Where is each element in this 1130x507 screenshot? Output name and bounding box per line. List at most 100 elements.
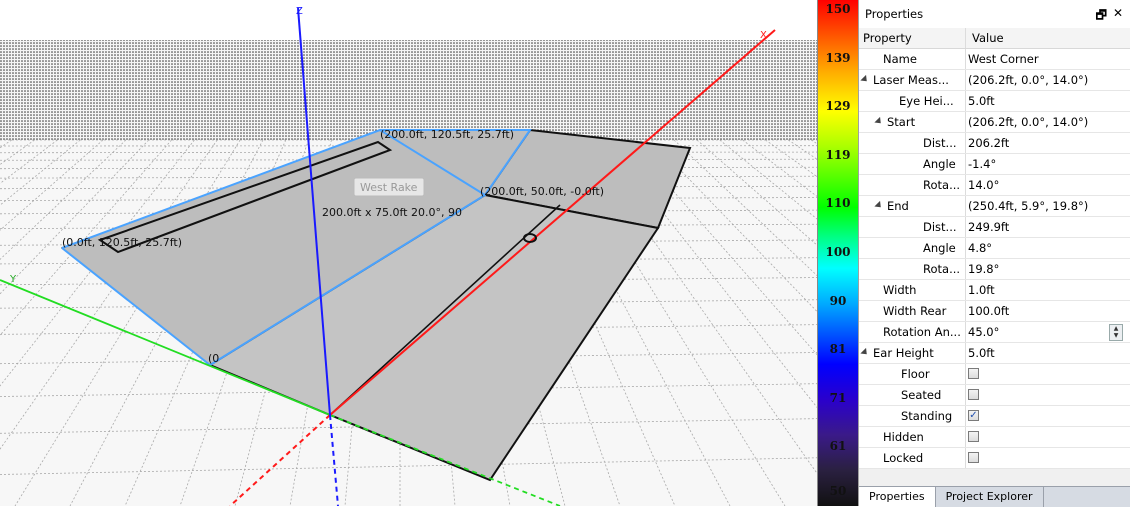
property-value-cell[interactable] <box>966 448 1130 468</box>
color-scale-legend: 1501391291191101009081716150 <box>817 0 858 506</box>
property-value-cell[interactable]: 45.0° ▲▼ <box>966 322 1130 342</box>
property-name-cell: Seated <box>859 385 966 405</box>
property-row[interactable]: Angle4.8° <box>859 238 1130 259</box>
legend-tick: 129 <box>818 99 858 113</box>
z-axis-label: Z <box>296 6 303 17</box>
property-value-cell[interactable]: 1.0ft <box>966 280 1130 300</box>
property-value: -1.4° <box>968 157 996 171</box>
property-value-cell[interactable]: 249.9ft <box>966 217 1130 237</box>
property-value: 100.0ft <box>968 304 1009 318</box>
property-row[interactable]: Name West Corner <box>859 49 1130 70</box>
property-value-cell[interactable]: 4.8° <box>966 238 1130 258</box>
property-row[interactable]: Width Rear 100.0ft <box>859 301 1130 322</box>
property-name-cell: Rotation An... <box>859 322 966 342</box>
property-name-cell: Dist... <box>859 133 966 153</box>
property-value: 5.0ft <box>968 346 995 360</box>
checkbox[interactable] <box>968 389 979 400</box>
property-value-cell[interactable]: 5.0ft <box>966 343 1130 363</box>
property-name: Ear Height <box>859 346 934 360</box>
point-label-1: (200.0ft, 120.5ft, 25.7ft) <box>380 128 514 141</box>
property-name: Locked <box>859 451 923 465</box>
checkbox[interactable]: ✓ <box>968 410 979 421</box>
property-value-cell[interactable]: 206.2ft <box>966 133 1130 153</box>
property-name-cell: Dist... <box>859 217 966 237</box>
property-value: 45.0° <box>968 325 999 339</box>
property-value: 4.8° <box>968 241 992 255</box>
close-icon[interactable]: ✕ <box>1113 6 1123 27</box>
property-name: Start <box>859 115 915 129</box>
property-value-cell[interactable]: 14.0° <box>966 175 1130 195</box>
scene-svg[interactable]: West Rake (200.0ft, 120.5ft, 25.7ft) (20… <box>0 0 817 506</box>
property-name: Width Rear <box>859 304 946 318</box>
property-value: (206.2ft, 0.0°, 14.0°) <box>968 73 1088 87</box>
property-value-cell[interactable] <box>966 385 1130 405</box>
panel-tab[interactable]: Project Explorer <box>936 487 1044 507</box>
property-value-cell[interactable]: West Corner <box>966 49 1130 69</box>
3d-viewport[interactable]: West Rake (200.0ft, 120.5ft, 25.7ft) (20… <box>0 0 817 506</box>
property-row[interactable]: Hidden <box>859 427 1130 448</box>
property-name-cell: Standing <box>859 406 966 426</box>
dimension-label: 200.0ft x 75.0ft 20.0°, 90 <box>322 206 462 219</box>
property-name-cell: End <box>859 196 966 216</box>
property-name-cell: Rota... <box>859 175 966 195</box>
point-label-3: (0.0ft, 120.5ft, 25.7ft) <box>62 236 182 249</box>
property-value: (206.2ft, 0.0°, 14.0°) <box>968 115 1088 129</box>
property-value-cell[interactable]: ✓ <box>966 406 1130 426</box>
property-row[interactable]: Dist...249.9ft <box>859 217 1130 238</box>
header-value: Value <box>966 28 1130 48</box>
property-grid: Property Value NameWest CornerLaser Meas… <box>859 28 1130 460</box>
property-row[interactable]: Angle -1.4° <box>859 154 1130 175</box>
property-row[interactable]: Eye Hei...5.0ft <box>859 91 1130 112</box>
property-row[interactable]: Dist...206.2ft <box>859 133 1130 154</box>
spinner-icon[interactable]: ▲▼ <box>1109 324 1123 341</box>
property-row[interactable]: Laser Meas...(206.2ft, 0.0°, 14.0°) <box>859 70 1130 91</box>
panel-tab[interactable]: Properties <box>859 487 936 507</box>
property-row[interactable]: Rota... 19.8° <box>859 259 1130 280</box>
point-label-4: (0 <box>208 352 219 365</box>
property-name: Width <box>859 283 916 297</box>
property-name: Floor <box>859 367 930 381</box>
legend-tick: 119 <box>818 148 858 162</box>
property-name-cell: Ear Height <box>859 343 966 363</box>
property-value-cell[interactable]: -1.4° <box>966 154 1130 174</box>
property-name: Angle <box>859 157 956 171</box>
property-row[interactable]: Rotation An...45.0° ▲▼ <box>859 322 1130 343</box>
property-value-cell[interactable]: (206.2ft, 0.0°, 14.0°) <box>966 112 1130 132</box>
property-value-cell[interactable]: (206.2ft, 0.0°, 14.0°) <box>966 70 1130 90</box>
property-name-cell: Laser Meas... <box>859 70 966 90</box>
property-name-cell: Width Rear <box>859 301 966 321</box>
property-name: Rota... <box>859 178 960 192</box>
checkbox[interactable] <box>968 368 979 379</box>
property-value: 19.8° <box>968 262 999 276</box>
legend-tick: 100 <box>818 245 858 259</box>
property-value-cell[interactable] <box>966 427 1130 447</box>
property-value: (250.4ft, 5.9°, 19.8°) <box>968 199 1088 213</box>
property-row[interactable]: End(250.4ft, 5.9°, 19.8°) <box>859 196 1130 217</box>
property-name: Standing <box>859 409 952 423</box>
property-value-cell[interactable]: 5.0ft <box>966 91 1130 111</box>
property-name-cell: Name <box>859 49 966 69</box>
point-label-2: (200.0ft, 50.0ft, -0.0ft) <box>480 185 604 198</box>
checkbox[interactable] <box>968 431 979 442</box>
property-name: Rota... <box>859 262 960 276</box>
property-value: West Corner <box>968 52 1039 66</box>
property-row[interactable]: Standing ✓ <box>859 406 1130 427</box>
property-name-cell: Eye Hei... <box>859 91 966 111</box>
property-row[interactable]: Width 1.0ft <box>859 280 1130 301</box>
property-row[interactable]: Locked <box>859 448 1130 469</box>
property-row[interactable]: Rota... 14.0° <box>859 175 1130 196</box>
property-value-cell[interactable] <box>966 364 1130 384</box>
property-row[interactable]: Floor <box>859 364 1130 385</box>
property-name: Name <box>859 52 917 66</box>
property-row[interactable]: Ear Height 5.0ft <box>859 343 1130 364</box>
checkbox[interactable] <box>968 452 979 463</box>
property-row[interactable]: Seated <box>859 385 1130 406</box>
property-value-cell[interactable]: 100.0ft <box>966 301 1130 321</box>
plane-tag-text: West Rake <box>360 181 418 194</box>
property-row[interactable]: Start (206.2ft, 0.0°, 14.0°) <box>859 112 1130 133</box>
property-name-cell: Angle <box>859 154 966 174</box>
pin-icon[interactable]: 🗗 <box>1096 6 1107 27</box>
legend-tick: 110 <box>818 196 858 210</box>
property-value-cell[interactable]: (250.4ft, 5.9°, 19.8°) <box>966 196 1130 216</box>
property-value-cell[interactable]: 19.8° <box>966 259 1130 279</box>
